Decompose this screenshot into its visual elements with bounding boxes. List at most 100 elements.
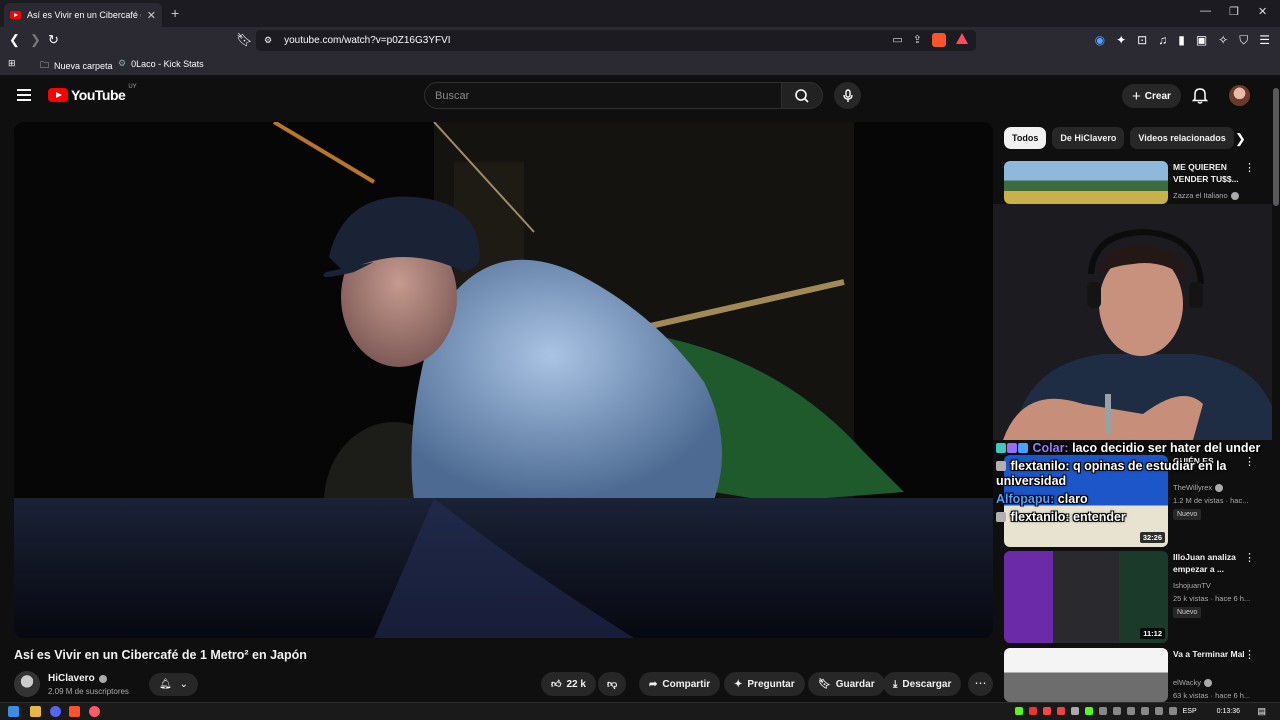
chat-username: Colar: — [1032, 441, 1069, 455]
dislike-button[interactable]: 👎︎ — [598, 672, 627, 696]
account-avatar[interactable] — [1229, 85, 1250, 106]
language-indicator[interactable]: ESP — [1183, 708, 1197, 715]
apps-grid-icon[interactable]: ⊞ — [8, 58, 16, 69]
thumbs-down-icon: 👎︎ — [607, 679, 618, 690]
tray-app-icon[interactable] — [1028, 707, 1037, 715]
verified-icon — [1204, 678, 1213, 687]
chip-related[interactable]: Videos relacionados — [1130, 127, 1234, 149]
bookmark-kick-stats[interactable]: ⚙ 0Laco - Kick Stats — [118, 58, 204, 69]
guide-menu-icon[interactable] — [17, 89, 31, 101]
window-close-icon[interactable]: ✕ — [1258, 5, 1267, 18]
chip-todos[interactable]: Todos — [1004, 127, 1047, 149]
video-title: Así es Vivir en un Cibercafé de 1 Metro²… — [14, 648, 307, 662]
brave-browser-icon[interactable] — [69, 706, 80, 717]
kebab-menu-icon[interactable]: ⋮ — [1244, 648, 1255, 661]
chevron-right-icon[interactable]: ❯ — [1235, 131, 1246, 147]
restore-icon[interactable]: ❐ — [1229, 5, 1239, 18]
chat-badge-icon — [996, 512, 1006, 522]
music-icon[interactable]: ♫ — [1158, 33, 1167, 48]
shield-icon[interactable]: ⛉ — [1239, 33, 1248, 48]
like-button[interactable]: 👍︎ 22 k — [541, 672, 596, 696]
wallet-icon[interactable]: ▣ — [1196, 33, 1207, 48]
tab-close-icon[interactable]: ✕ — [147, 9, 156, 22]
tray-app-icon[interactable] — [1070, 707, 1079, 715]
video-player[interactable] — [14, 122, 993, 638]
recommendation-item[interactable]: 11:12 IlloJuan analiza empezar a ... Ish… — [1004, 551, 1266, 643]
vpn-icon[interactable]: ◉ — [1095, 33, 1105, 48]
share-page-icon[interactable]: ⇪ — [913, 33, 922, 47]
kebab-menu-icon[interactable]: ⋮ — [1244, 551, 1255, 564]
site-info-icon[interactable]: ⚙ — [264, 35, 272, 46]
search-input[interactable] — [435, 89, 781, 102]
network-icon[interactable] — [1154, 707, 1163, 715]
download-button[interactable]: ⤓ Descargar — [883, 672, 962, 696]
chat-message: Alfopapu: claro — [996, 492, 1280, 507]
recommendation-title: ME QUIEREN VENDER TU$$... — [1173, 162, 1239, 184]
reload-icon[interactable]: ↻ — [48, 32, 59, 48]
file-explorer-icon[interactable] — [30, 706, 41, 717]
tray-app-icon[interactable] — [1042, 707, 1051, 715]
create-label: Crear — [1144, 90, 1171, 102]
webcam-frame — [993, 204, 1280, 440]
leo-ai-icon[interactable]: ✧ — [1218, 33, 1228, 48]
more-actions-icon[interactable]: ⋯ — [968, 672, 993, 696]
forward-icon[interactable]: ❯ — [30, 32, 41, 48]
ask-label: Preguntar — [747, 678, 795, 690]
minimize-icon[interactable]: — — [1200, 5, 1211, 17]
recommendation-item[interactable]: Va a Terminar Mal elWacky 63 k vistas · … — [1004, 648, 1266, 702]
notifications-icon[interactable]: ▤ — [1257, 706, 1266, 717]
bookmark-folder[interactable]: 🗀︎ Nueva carpeta — [40, 58, 113, 74]
tray-app-icon[interactable] — [1112, 707, 1121, 715]
channel-avatar[interactable] — [14, 671, 40, 697]
search-button[interactable] — [781, 82, 823, 109]
new-tab-icon[interactable]: + — [171, 5, 179, 21]
download-icon: ⤓ — [893, 678, 898, 690]
chip-channel[interactable]: De HiClavero — [1052, 127, 1125, 149]
video-thumbnail[interactable]: 11:12 — [1004, 551, 1168, 643]
tray-app-icon[interactable] — [1140, 707, 1149, 715]
bookmark-icon[interactable]: 🔖︎ — [236, 32, 253, 48]
recommendation-title: Va a Terminar Mal — [1173, 649, 1245, 659]
menu-icon[interactable]: ☰ — [1259, 33, 1270, 48]
video-thumbnail[interactable] — [1004, 161, 1168, 204]
youtube-logo[interactable]: YouTube UY — [48, 84, 137, 103]
chevron-down-icon: ⌄ — [179, 679, 189, 690]
back-icon[interactable]: ❮ — [9, 32, 20, 48]
search-box[interactable] — [424, 82, 782, 109]
kick-tray-icon[interactable] — [1014, 707, 1023, 715]
ask-button[interactable]: ✦ Preguntar — [724, 672, 805, 696]
tray-app-icon[interactable] — [1056, 707, 1065, 715]
save-button[interactable]: 🔖︎ Guardar — [808, 672, 885, 696]
share-button[interactable]: ➦ Compartir — [639, 672, 721, 696]
brave-shields-icon[interactable] — [932, 33, 946, 47]
voice-search-button[interactable] — [834, 82, 861, 109]
tray-app-icon[interactable] — [1084, 707, 1093, 715]
create-button[interactable]: + Crear — [1122, 84, 1181, 108]
app-icon[interactable] — [89, 706, 100, 717]
recommendation-channel: elWacky — [1173, 678, 1213, 687]
related-filter-chips: Todos De HiClavero Videos relacionados — [1004, 127, 1234, 149]
cast-icon[interactable]: ▭ — [892, 33, 902, 47]
chat-badge-icon — [1007, 443, 1017, 453]
notifications-bell-icon[interactable] — [1192, 86, 1208, 104]
clock[interactable]: 0:13:36 — [1217, 708, 1240, 715]
microphone-tray-icon[interactable] — [1126, 707, 1135, 715]
page-scrollbar-thumb[interactable] — [1273, 88, 1279, 206]
kebab-menu-icon[interactable]: ⋮ — [1244, 161, 1255, 174]
extensions-icon[interactable]: ✦ — [1116, 33, 1126, 48]
video-thumbnail[interactable] — [1004, 648, 1168, 702]
subscription-notifications-button[interactable]: 🔔︎ ⌄ — [149, 673, 198, 696]
volume-icon[interactable] — [1168, 707, 1177, 715]
video-duration: 11:12 — [1140, 628, 1165, 639]
recommendation-item[interactable]: ME QUIEREN VENDER TU$$... Zazza el Itali… — [1004, 161, 1266, 205]
discord-icon[interactable] — [50, 706, 61, 717]
channel-name[interactable]: HiClavero — [48, 673, 107, 684]
tray-app-icon[interactable] — [1098, 707, 1107, 715]
brave-rewards-icon[interactable] — [956, 33, 968, 44]
sidebar-icon[interactable]: ▮ — [1178, 33, 1185, 48]
windows-start-icon[interactable] — [8, 706, 19, 717]
chat-badge-icon — [1018, 443, 1028, 453]
address-bar[interactable]: ⚙ youtube.com/watch?v=p0Z16G3YFVI ▭ ⇪ — [256, 30, 976, 51]
screenshot-icon[interactable]: ⊡ — [1137, 33, 1147, 48]
browser-tab[interactable]: Así es Vivir en un Cibercafé de 1 ✕ — [4, 3, 162, 27]
